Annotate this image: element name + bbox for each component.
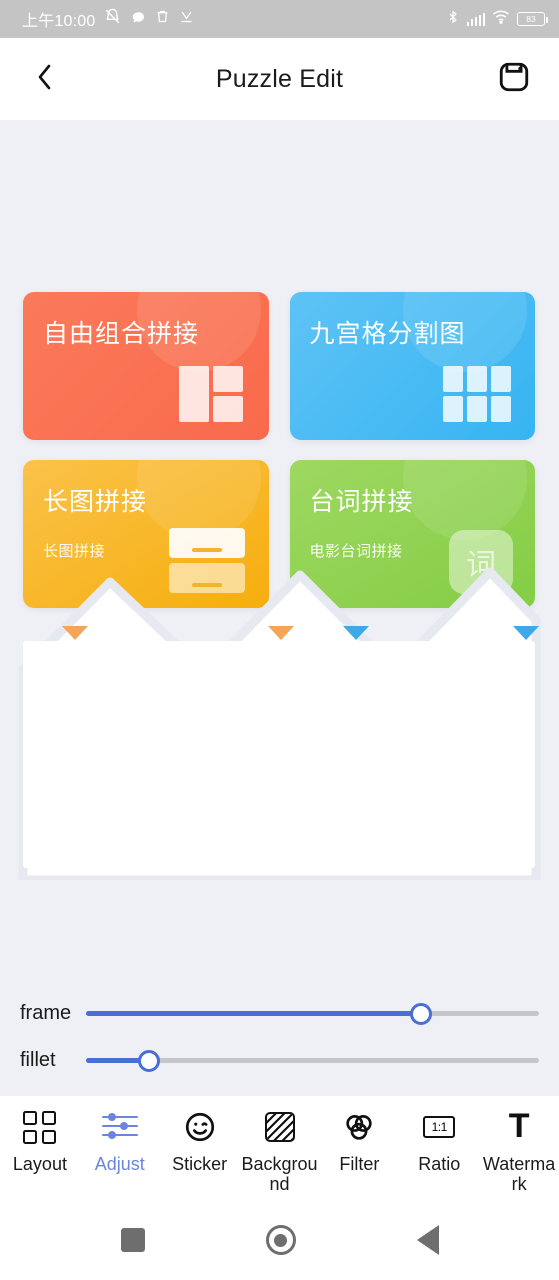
trash-icon [155, 9, 170, 29]
status-bar-right: 83 [446, 9, 548, 30]
tool-label: Adjust [94, 1154, 145, 1174]
hatched-square-icon [264, 1106, 295, 1148]
tool-adjust[interactable]: Adjust [80, 1106, 160, 1174]
card-pointer-triangle [343, 626, 369, 640]
slider-label-fillet: fillet [20, 1049, 56, 1071]
sliders-icon [101, 1106, 138, 1148]
card-title: 台词拼接 [309, 488, 414, 516]
smiley-icon [183, 1106, 217, 1148]
status-bar-left: 上午10:00 [22, 7, 194, 31]
home-button[interactable] [265, 1225, 296, 1255]
layout-grid-icon [23, 1106, 57, 1148]
template-card-subtitle-stitch[interactable]: 台词拼接 电影台词拼接 词 [289, 460, 535, 608]
status-bar-time: 上午10:00 [22, 13, 96, 30]
tool-label: Filter [339, 1154, 380, 1174]
battery-icon: 83 [517, 12, 548, 26]
frame-slider[interactable] [86, 1002, 539, 1025]
page-title: Puzzle Edit [215, 64, 344, 93]
editor-stage: 自由组合拼接 九宫格分割图 长图拼接 长图拼接 台词拼接 电影台词拼接 词 [0, 120, 559, 990]
three-circles-icon [342, 1106, 376, 1148]
tool-ratio[interactable]: 1:1 Ratio [399, 1106, 479, 1174]
tool-sticker[interactable]: Sticker [160, 1106, 240, 1174]
app-header: Puzzle Edit [0, 38, 559, 120]
nine-grid-icon [443, 366, 513, 424]
template-card-grid: 自由组合拼接 九宫格分割图 长图拼接 长图拼接 台词拼接 电影台词拼接 词 [23, 292, 535, 608]
save-button[interactable] [491, 56, 537, 102]
chat-bubble-icon [130, 9, 146, 30]
recents-button[interactable] [120, 1228, 145, 1252]
card-title: 长图拼接 [43, 488, 148, 516]
collage-grid-icon [178, 366, 245, 422]
download-icon [179, 9, 194, 29]
wifi-icon [492, 10, 510, 29]
tool-label: Sticker [172, 1154, 228, 1174]
puzzle-canvas[interactable] [23, 641, 535, 868]
text-t-icon: T [508, 1107, 530, 1146]
tool-layout[interactable]: Layout [0, 1106, 80, 1174]
save-icon [497, 60, 531, 99]
adjust-sliders-panel: frame fillet [0, 990, 559, 1084]
bluetooth-icon [446, 9, 460, 30]
slider-row-fillet: fillet [20, 1037, 539, 1084]
card-pointer-triangle [513, 626, 539, 640]
stacked-panels-icon [168, 528, 245, 594]
back-button[interactable] [22, 56, 68, 102]
tool-watermark[interactable]: T Watermark [479, 1106, 559, 1194]
bell-muted-icon [104, 8, 121, 30]
tool-label: Background [241, 1154, 318, 1195]
signal-bars-icon [466, 12, 485, 26]
card-title: 自由组合拼接 [43, 320, 200, 348]
fillet-slider[interactable] [86, 1049, 539, 1072]
aspect-ratio-icon: 1:1 [423, 1106, 456, 1148]
circle-icon [274, 1233, 287, 1247]
slider-label-frame: frame [20, 1002, 72, 1024]
android-nav-bar [0, 1200, 559, 1280]
tool-filter[interactable]: Filter [319, 1106, 399, 1174]
status-bar: 上午10:00 83 [0, 0, 559, 38]
word-badge-icon: 词 [449, 530, 513, 594]
template-card-long-image[interactable]: 长图拼接 长图拼接 [23, 460, 269, 608]
slider-row-frame: frame [20, 990, 539, 1037]
tool-background[interactable]: Background [240, 1106, 320, 1194]
slider-thumb[interactable] [410, 1002, 433, 1025]
card-pointer-triangle [62, 626, 88, 640]
tool-label: Layout [12, 1154, 67, 1174]
template-card-free-collage[interactable]: 自由组合拼接 [23, 292, 269, 440]
card-pointer-triangle [268, 626, 294, 640]
back-nav-button[interactable] [416, 1225, 439, 1255]
card-title: 九宫格分割图 [309, 320, 466, 348]
tool-label: Watermark [482, 1154, 556, 1195]
tool-label: Ratio [418, 1154, 461, 1174]
template-card-nine-grid[interactable]: 九宫格分割图 [289, 292, 535, 440]
battery-level-text: 83 [526, 14, 536, 24]
chevron-left-icon [34, 62, 56, 97]
slider-track-fill [86, 1011, 422, 1016]
editor-toolbar: Layout Adjust Sticker Background Filter … [0, 1096, 559, 1200]
slider-thumb[interactable] [138, 1049, 161, 1072]
